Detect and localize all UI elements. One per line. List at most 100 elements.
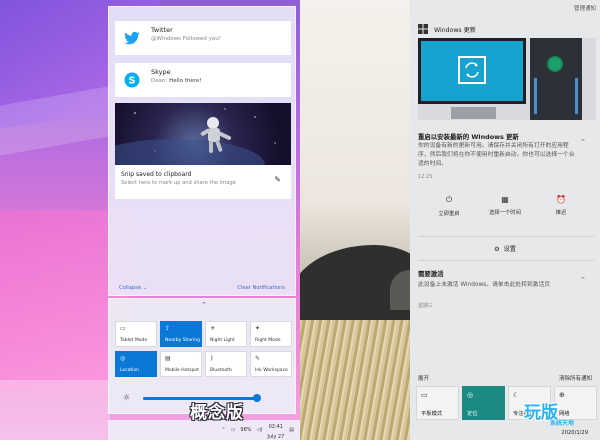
clock[interactable]: 02:41 July 27 bbox=[267, 420, 284, 440]
update-body: 你的设备有新的更新可用。请保存并关闭所有打开的应用程序，然后我们将在你不使用时重… bbox=[418, 143, 575, 167]
quick-action-night-light[interactable]: ☀ Night Light bbox=[205, 321, 247, 347]
update-time: 12:25 bbox=[418, 174, 433, 180]
quick-action-label: Right Mode bbox=[255, 338, 281, 343]
quick-action-label: Nearby Sharing bbox=[165, 338, 200, 343]
quick-action-label: 网络 bbox=[559, 411, 570, 417]
chevron-up-icon[interactable]: ⌃ bbox=[580, 276, 586, 284]
clock-time: 02:41 bbox=[268, 424, 283, 430]
notification-text: Hello there! bbox=[169, 78, 202, 84]
gear-icon: ⚙ bbox=[494, 246, 500, 253]
taskbar: ⌃ ▭ 98% ◁) 02:41 July 27 ▤ bbox=[108, 420, 300, 440]
quick-action-tile[interactable]: ▭ 平板模式 bbox=[416, 386, 459, 420]
battery-percent[interactable]: 98% bbox=[240, 427, 251, 433]
tablet-icon: ▭ bbox=[421, 391, 428, 399]
alarm-icon: ⏰ bbox=[556, 195, 566, 204]
quick-action-label: Tablet Mode bbox=[120, 338, 148, 343]
quick-action-label: 定位 bbox=[467, 411, 478, 417]
watermark: 概念版 bbox=[190, 403, 244, 423]
quick-action-label: Ink Workspace bbox=[255, 368, 288, 373]
night-light-icon: ☀ bbox=[210, 325, 216, 332]
chevron-up-icon[interactable]: ⌃ bbox=[201, 301, 207, 309]
quick-action-label: Location bbox=[120, 368, 140, 373]
expand-link[interactable]: 展开 bbox=[418, 374, 429, 382]
activation-body[interactable]: 此设备上未激活 Windows。请单击此处转到激活页 bbox=[418, 281, 568, 290]
pen-icon: ✎ bbox=[274, 175, 281, 184]
wallpaper-grass bbox=[300, 320, 420, 440]
share-icon: ⇪ bbox=[165, 325, 171, 332]
collapse-link[interactable]: Collapse ⌄ bbox=[119, 285, 147, 291]
quick-action-mobile-hotspot[interactable]: ▤ Mobile Hotspot bbox=[160, 351, 202, 377]
twitter-bird-icon bbox=[123, 29, 141, 47]
bluetooth-icon: ᛒ bbox=[210, 355, 214, 362]
snip-title: Snip saved to clipboard bbox=[121, 171, 192, 178]
pick-time-button[interactable]: ▦ 选择一个时间 bbox=[480, 195, 530, 216]
power-icon bbox=[547, 56, 563, 72]
settings-label: 设置 bbox=[503, 246, 516, 253]
activation-title: 需要激活 bbox=[418, 270, 444, 278]
quick-action-label: Night Light bbox=[210, 338, 235, 343]
divider bbox=[418, 260, 594, 261]
quick-action-nearby-sharing[interactable]: ⇪ Nearby Sharing bbox=[160, 321, 202, 347]
quick-action-location[interactable]: ◎ Location bbox=[115, 351, 157, 377]
monitor-illustration bbox=[418, 38, 526, 119]
quick-action-label: 平板模式 bbox=[421, 411, 443, 417]
brightness-knob[interactable] bbox=[252, 394, 261, 402]
network-icon: ⊕ bbox=[559, 391, 565, 399]
clock-date: July 27 bbox=[267, 434, 285, 440]
snip-subtitle: Select here to mark up and share the ima… bbox=[121, 180, 236, 186]
clear-all-link[interactable]: 清除所有通知 bbox=[559, 374, 592, 382]
location-icon: ◎ bbox=[120, 355, 126, 362]
notification-message: @Windows Followed you! bbox=[151, 36, 221, 42]
update-illustration bbox=[418, 38, 596, 120]
notification-app: Twitter bbox=[151, 26, 173, 34]
action-label: 推迟 bbox=[555, 210, 567, 216]
quick-action-label: Mobile Hotspot bbox=[165, 368, 199, 373]
update-title: 重启以安装最新的 Windows 更新 bbox=[418, 133, 519, 141]
action-center-notifications: Twitter @Windows Followed you! S Skype D… bbox=[108, 6, 296, 296]
network-icon[interactable]: ▭ bbox=[231, 427, 236, 433]
concept-screenshot: Twitter @Windows Followed you! S Skype D… bbox=[0, 0, 300, 440]
chevron-down-icon: ⌄ bbox=[142, 285, 148, 291]
divider bbox=[418, 236, 594, 237]
notification-app: Skype bbox=[151, 68, 171, 76]
quick-action-tile[interactable]: ◎ 定位 bbox=[462, 386, 505, 420]
calendar-icon: ▦ bbox=[501, 195, 509, 204]
clear-notifications-link[interactable]: Clear Notifications bbox=[237, 285, 285, 291]
quick-action-bluetooth[interactable]: ᛒ Bluetooth bbox=[205, 351, 247, 377]
snip-thumbnail bbox=[115, 103, 291, 165]
volume-icon[interactable]: ◁) bbox=[257, 427, 263, 433]
skype-icon: S bbox=[123, 71, 141, 89]
wallpaper-shape bbox=[0, 380, 110, 440]
collapse-label: Collapse bbox=[119, 285, 142, 291]
chevron-up-icon[interactable]: ⌃ bbox=[221, 427, 225, 433]
snooze-button[interactable]: ⏰ 推迟 bbox=[536, 195, 586, 216]
svg-text:S: S bbox=[128, 75, 135, 86]
restart-now-button[interactable]: ⏻ 立即重启 bbox=[424, 195, 474, 217]
tablet-icon: ▭ bbox=[120, 325, 126, 332]
settings-button[interactable]: ⚙ 设置 bbox=[410, 244, 600, 253]
action-label: 立即重启 bbox=[438, 211, 460, 217]
quick-action-tile[interactable]: ⊕ 网络 bbox=[554, 386, 597, 420]
update-header-label: Windows 更新 bbox=[434, 26, 476, 34]
action-center-icon[interactable]: ▤ bbox=[289, 427, 294, 433]
location-icon: ◎ bbox=[467, 391, 474, 399]
notification-message: Dean: Hello there! bbox=[151, 77, 202, 85]
notification-skype[interactable]: S Skype Dean: Hello there! bbox=[115, 63, 291, 97]
activation-time: 星期三 bbox=[418, 303, 434, 309]
quick-action-right-mode[interactable]: ✦ Right Mode bbox=[250, 321, 292, 347]
focus-icon: ✦ bbox=[255, 325, 261, 332]
chevron-up-icon[interactable]: ⌃ bbox=[580, 138, 586, 146]
manage-notifications-link[interactable]: 管理通知 bbox=[574, 4, 596, 12]
taskbar-date[interactable]: 2020/1/29 bbox=[561, 430, 588, 436]
action-center: 管理通知 Windows 更新 重启以安装最新的 Windows 更新 ⌃ 你的… bbox=[410, 0, 600, 440]
current-screenshot: 管理通知 Windows 更新 重启以安装最新的 Windows 更新 ⌃ 你的… bbox=[300, 0, 600, 440]
notification-sender: Dean: bbox=[151, 78, 168, 84]
quick-action-tablet-mode[interactable]: ▭ Tablet Mode bbox=[115, 321, 157, 347]
notification-snip[interactable]: Snip saved to clipboard Select here to m… bbox=[115, 103, 291, 199]
ink-icon: ✎ bbox=[255, 355, 261, 362]
quick-action-ink-workspace[interactable]: ✎ Ink Workspace bbox=[250, 351, 292, 377]
quick-actions-panel: ⌃ ▭ Tablet Mode ⇪ Nearby Sharing ☀ Night Ligh… bbox=[108, 298, 296, 414]
hotspot-icon: ▤ bbox=[165, 355, 171, 362]
power-icon: ⏻ bbox=[445, 195, 453, 204]
notification-twitter[interactable]: Twitter @Windows Followed you! bbox=[115, 21, 291, 55]
